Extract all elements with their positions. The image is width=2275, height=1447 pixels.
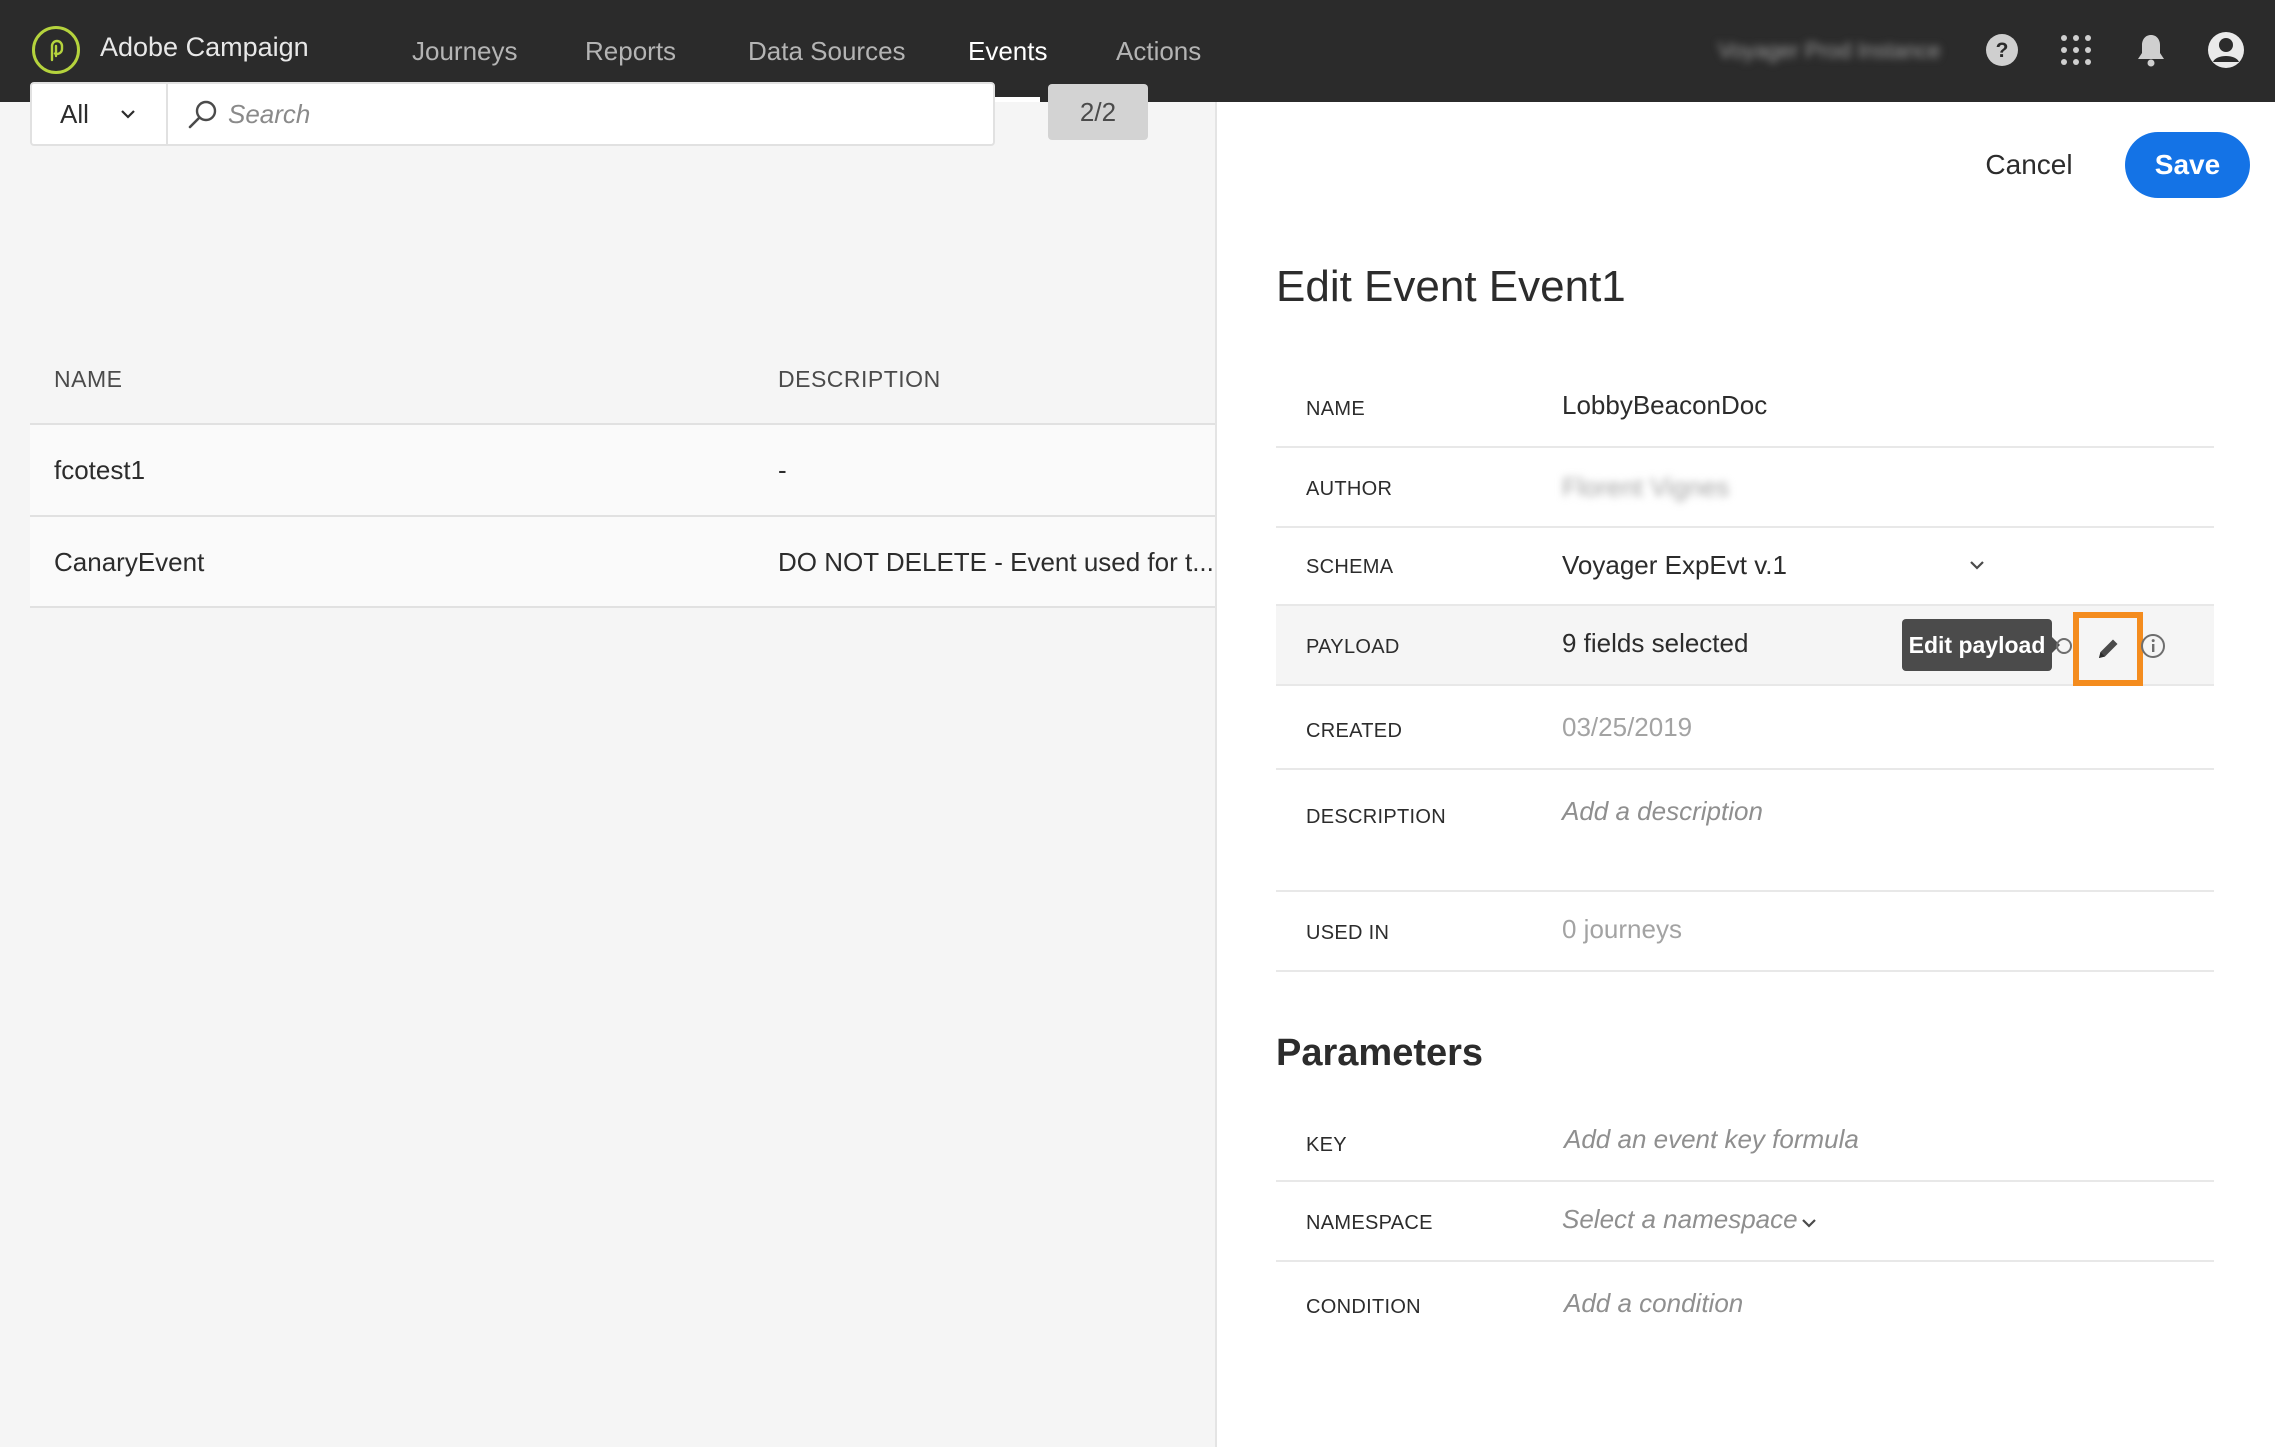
field-row-created: CREATED 03/25/2019: [1276, 686, 2214, 770]
table-divider: [30, 606, 1215, 608]
field-row-schema[interactable]: SCHEMA Voyager ExpEvt v.1: [1276, 528, 2214, 606]
search-input[interactable]: [228, 90, 968, 138]
parameters-section-title: Parameters: [1276, 1032, 1484, 1074]
event-key-input[interactable]: Add an event key formula: [1564, 1124, 1859, 1155]
bell-icon[interactable]: [2131, 30, 2171, 70]
column-header-description[interactable]: DESCRIPTION: [778, 366, 941, 393]
table-row[interactable]: fcotest1 -: [30, 425, 1215, 515]
filter-dropdown-value: All: [60, 98, 89, 129]
adobe-campaign-logo-icon[interactable]: [32, 26, 80, 74]
field-label-payload: PAYLOAD: [1306, 636, 1400, 658]
field-row-condition: CONDITION Add a condition: [1276, 1262, 2214, 1346]
preview-icon[interactable]: [2054, 636, 2074, 656]
events-list-panel: [0, 102, 1215, 1447]
field-row-used-in: USED IN 0 journeys: [1276, 892, 2214, 972]
page-title: Edit Event Event1: [1276, 262, 1626, 311]
namespace-select[interactable]: Select a namespace: [1562, 1204, 1798, 1235]
field-row-name: NAME LobbyBeaconDoc: [1276, 368, 2214, 448]
field-row-description: DESCRIPTION Add a description: [1276, 770, 2214, 892]
field-label-description: DESCRIPTION: [1306, 806, 1446, 828]
field-label-created: CREATED: [1306, 720, 1403, 742]
field-label-author: AUTHOR: [1306, 478, 1393, 500]
name-value[interactable]: LobbyBeaconDoc: [1562, 390, 1767, 421]
pencil-icon: [2099, 639, 2118, 658]
chevron-down-icon[interactable]: [1964, 552, 1990, 578]
field-label-used-in: USED IN: [1306, 922, 1390, 944]
cancel-button[interactable]: Cancel: [1964, 136, 2094, 194]
condition-input[interactable]: Add a condition: [1564, 1288, 1743, 1319]
table-row[interactable]: CanaryEvent DO NOT DELETE - Event used f…: [30, 517, 1215, 607]
apps-grid-icon[interactable]: [2056, 30, 2096, 70]
result-count-badge: 2/2: [1048, 84, 1148, 140]
description-input[interactable]: Add a description: [1562, 796, 1763, 827]
filter-dropdown[interactable]: All: [32, 84, 168, 144]
payload-value: 9 fields selected: [1562, 628, 1749, 658]
field-label-condition: CONDITION: [1306, 1296, 1421, 1318]
field-row-key: KEY Add an event key formula: [1276, 1102, 2214, 1182]
help-icon[interactable]: ?: [1982, 30, 2022, 70]
edit-payload-button[interactable]: [2073, 612, 2143, 686]
schema-value: Voyager ExpEvt v.1: [1562, 550, 1787, 580]
field-label-schema: SCHEMA: [1306, 556, 1394, 578]
chevron-down-icon: [121, 110, 135, 119]
field-label-name: NAME: [1306, 398, 1365, 420]
save-button[interactable]: Save: [2125, 132, 2250, 198]
row-description: -: [778, 454, 787, 485]
app-brand-name[interactable]: Adobe Campaign: [100, 32, 309, 63]
used-in-value[interactable]: 0 journeys: [1562, 914, 1682, 945]
row-description: DO NOT DELETE - Event used for t...: [778, 546, 1214, 577]
svg-text:?: ?: [1996, 39, 2009, 62]
row-name: fcotest1: [54, 454, 146, 485]
column-header-name[interactable]: NAME: [54, 366, 122, 393]
instance-selector[interactable]: Voyager Prod Instance: [1718, 38, 1948, 64]
author-value: Florent Vignes: [1562, 472, 1730, 502]
chevron-down-icon[interactable]: [1796, 1210, 1822, 1236]
field-label-namespace: NAMESPACE: [1306, 1212, 1433, 1234]
logo-glyph: [50, 39, 64, 62]
created-value: 03/25/2019: [1562, 712, 1693, 742]
field-row-namespace: NAMESPACE Select a namespace: [1276, 1182, 2214, 1262]
row-name: CanaryEvent: [54, 546, 205, 577]
search-bar: All: [30, 82, 995, 146]
user-avatar-icon[interactable]: [2206, 30, 2246, 70]
edit-payload-tooltip: Edit payload: [1902, 619, 2060, 671]
field-row-author: AUTHOR Florent Vignes: [1276, 448, 2214, 528]
search-icon: [188, 100, 217, 129]
info-icon[interactable]: [2140, 633, 2166, 659]
field-label-key: KEY: [1306, 1134, 1347, 1156]
